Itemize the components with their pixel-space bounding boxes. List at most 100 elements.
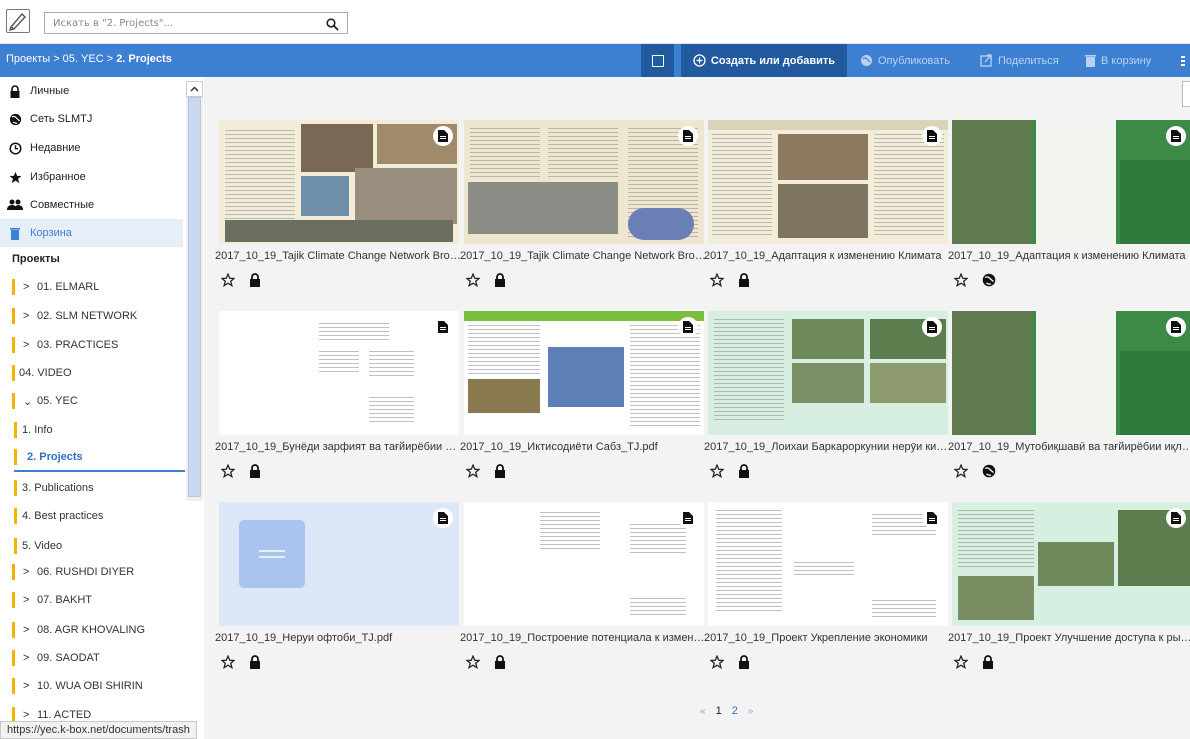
star-outline-icon[interactable] (953, 654, 969, 673)
document-title[interactable]: 2017_10_19_Tajik Climate Change Network … (460, 250, 706, 262)
document-title[interactable]: 2017_10_19_Мутобиқшавӣ ва тағйирёбии иқл… (948, 441, 1190, 453)
chevron-right-icon[interactable]: > (23, 709, 37, 721)
app-window: Проекты > 05. YEC > 2. Projects Создать … (0, 0, 1190, 739)
document-thumbnail[interactable] (219, 502, 459, 626)
document-thumbnail[interactable] (708, 502, 948, 626)
select-all-checkbox[interactable] (641, 44, 674, 77)
chevron-right-icon[interactable]: > (23, 652, 37, 664)
document-thumbnail[interactable] (464, 311, 704, 435)
star-outline-icon[interactable] (709, 272, 725, 291)
tree-item-5-video[interactable]: 5. Video (14, 532, 185, 560)
document-title[interactable]: 2017_10_19_Tajik Climate Change Network … (215, 250, 461, 262)
document-thumbnail[interactable] (708, 311, 948, 435)
tree-item-label: 05. YEC (37, 395, 78, 407)
search-input[interactable] (45, 13, 315, 33)
tree-item-label: 1. Info (22, 424, 53, 436)
tree-item-01-elmarl[interactable]: >01. ELMARL (12, 273, 183, 301)
document-title[interactable]: 2017_10_19_Проект Улучшение доступа к ры… (948, 632, 1190, 644)
document-title[interactable]: 2017_10_19_Адаптация к изменению Климата (948, 250, 1190, 262)
tree-item-03-practices[interactable]: >03. PRACTICES (12, 331, 183, 359)
lock-icon (494, 272, 506, 291)
sidebar-item-starred[interactable]: Избранное (0, 163, 183, 191)
pagination-next[interactable]: » (748, 706, 754, 717)
tree-item-2-projects[interactable]: 2. Projects (14, 444, 185, 472)
chevron-right-icon[interactable]: > (23, 594, 37, 606)
document-thumbnail[interactable] (464, 502, 704, 626)
chevron-right-icon[interactable]: > (23, 310, 37, 322)
document-thumbnail[interactable] (952, 120, 1190, 244)
document-thumbnail[interactable] (464, 120, 704, 244)
sidebar-item-label: Совместные (30, 199, 95, 211)
logo-icon[interactable] (6, 9, 30, 33)
document-title[interactable]: 2017_10_19_Иктисодиёти Сабз_TJ.pdf (460, 441, 706, 453)
tree-item-08-agr-khovaling[interactable]: >08. AGR KHOVALING (12, 616, 183, 644)
document-title[interactable]: 2017_10_19_Адаптация к изменению Климата (704, 250, 950, 262)
sidebar-item-network[interactable]: Сеть SLMTJ (0, 105, 183, 133)
document-title[interactable]: 2017_10_19_Построение потенциала к измен… (460, 632, 706, 644)
sidebar-item-recent[interactable]: Недавние (0, 134, 183, 162)
trash-icon (0, 227, 30, 240)
sidebar-item-personal[interactable]: Личные (0, 77, 183, 105)
tree-item-4-best-practices[interactable]: 4. Best practices (14, 502, 185, 530)
document-thumbnail[interactable] (952, 311, 1190, 435)
sidebar-scrollbar[interactable] (186, 81, 203, 501)
star-outline-icon[interactable] (709, 654, 725, 673)
star-outline-icon[interactable] (220, 463, 236, 482)
tree-item-label: 2. Projects (27, 451, 83, 463)
lock-icon (249, 272, 261, 291)
publish-button-label: Опубликовать (878, 54, 950, 67)
pagination-prev[interactable]: « (700, 706, 706, 717)
document-icon (433, 317, 453, 337)
create-or-add-button[interactable]: Создать или добавить (681, 44, 847, 77)
tree-item-07-bakht[interactable]: >07. BAKHT (12, 586, 183, 614)
star-outline-icon[interactable] (220, 272, 236, 291)
sidebar-item-shared[interactable]: Совместные (0, 191, 183, 219)
star-outline-icon[interactable] (953, 272, 969, 291)
breadcrumb-path[interactable]: Проекты > 05. YEC > (6, 53, 116, 65)
document-thumbnail[interactable] (219, 311, 459, 435)
star-outline-icon[interactable] (709, 463, 725, 482)
document-thumbnail[interactable] (708, 120, 948, 244)
tree-item-1-info[interactable]: 1. Info (14, 416, 185, 444)
document-thumbnail[interactable] (952, 502, 1190, 626)
tree-item-02-slm-network[interactable]: >02. SLM NETWORK (12, 302, 183, 330)
tree-item-label: 09. SAODAT (37, 652, 100, 664)
lock-icon (738, 463, 750, 482)
star-outline-icon[interactable] (465, 272, 481, 291)
document-icon (1166, 317, 1186, 337)
chevron-down-icon[interactable]: ⌄ (23, 395, 37, 408)
search-icon[interactable] (326, 16, 339, 35)
chevron-right-icon[interactable]: > (23, 566, 37, 578)
document-title[interactable]: 2017_10_19_Бунёди зарфият ва тағйирёбии … (215, 441, 461, 453)
tree-item-3-publications[interactable]: 3. Publications (14, 474, 185, 502)
view-toggle[interactable] (1182, 81, 1190, 107)
chevron-right-icon[interactable]: > (23, 281, 37, 293)
scrollbar-thumb[interactable] (188, 97, 201, 497)
tree-item-06-rushdi-diyer[interactable]: >06. RUSHDI DIYER (12, 558, 183, 586)
tree-item-09-saodat[interactable]: >09. SAODAT (12, 644, 183, 672)
scroll-up-icon[interactable] (186, 81, 203, 97)
star-outline-icon[interactable] (465, 463, 481, 482)
tree-item-05-yec[interactable]: ⌄ 05. YEC (12, 387, 183, 415)
pagination-page-2[interactable]: 2 (732, 705, 738, 717)
chevron-right-icon[interactable]: > (23, 339, 37, 351)
star-outline-icon[interactable] (953, 463, 969, 482)
sidebar-item-trash[interactable]: Корзина (0, 219, 183, 247)
tree-item-label: 07. BAKHT (37, 594, 93, 606)
document-title[interactable]: 2017_10_19_Неруи офтоби_TJ.pdf (215, 632, 461, 644)
pagination-page-1[interactable]: 1 (716, 705, 722, 717)
chevron-right-icon[interactable]: > (23, 680, 37, 692)
more-options-icon[interactable] (1176, 44, 1190, 77)
publish-button[interactable]: Опубликовать (852, 44, 958, 77)
star-outline-icon[interactable] (465, 654, 481, 673)
tree-item-04-video[interactable]: 04. VIDEO (12, 359, 183, 387)
chevron-right-icon[interactable]: > (23, 624, 37, 636)
clock-icon (0, 141, 30, 155)
tree-item-10-wua-obi-shirin[interactable]: >10. WUA OBI SHIRIN (12, 672, 183, 700)
move-to-trash-button[interactable]: В корзину (1077, 44, 1159, 77)
document-title[interactable]: 2017_10_19_Лоихаи Баркароркунии нерӯи ки… (704, 441, 950, 453)
share-button[interactable]: Поделиться (972, 44, 1067, 77)
document-title[interactable]: 2017_10_19_Проект Укрепление экономики (704, 632, 950, 644)
document-thumbnail[interactable] (219, 120, 459, 244)
star-outline-icon[interactable] (220, 654, 236, 673)
